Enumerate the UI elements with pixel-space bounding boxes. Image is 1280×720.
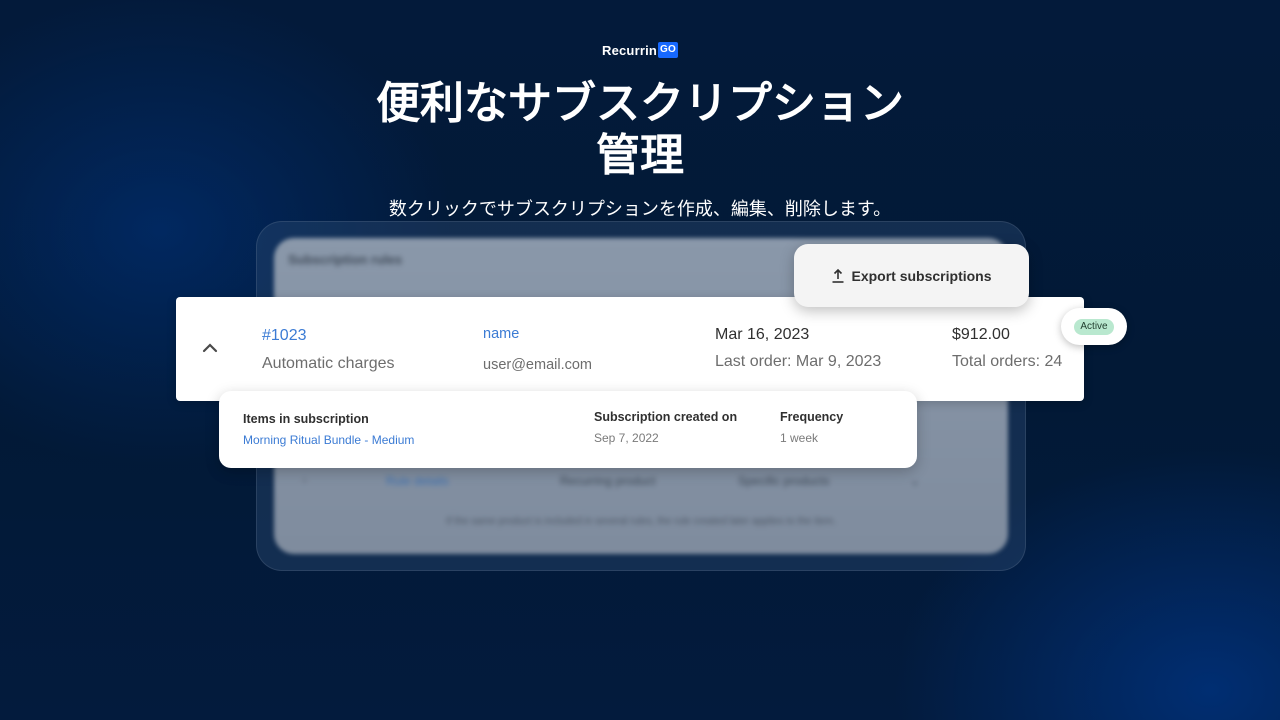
items-header: Items in subscription xyxy=(243,412,369,426)
customer-email: user@email.com xyxy=(483,357,592,373)
subscription-id-link[interactable]: #1023 xyxy=(262,326,307,346)
status-badge-container: Active xyxy=(1061,308,1127,345)
hero-title-line-1: 便利なサブスクリプション xyxy=(376,78,904,129)
export-subscriptions-label: Export subscriptions xyxy=(851,267,992,284)
rule-row-col2: Recurring product xyxy=(560,474,656,488)
created-header: Subscription created on xyxy=(594,410,738,424)
export-subscriptions-button[interactable]: Export subscriptions xyxy=(794,244,1029,307)
subscription-row[interactable]: #1023 Automatic charges name user@email.… xyxy=(176,297,1084,401)
brand-name-prefix: Recurrin xyxy=(601,42,658,58)
customer-name-link[interactable]: name xyxy=(483,324,519,344)
next-charge-date: Mar 16, 2023 xyxy=(715,326,810,343)
brand-name-suffix: GO xyxy=(658,42,679,58)
brand-logo: Recurrin GO xyxy=(0,42,1280,58)
subscription-details-card: Items in subscription Morning Ritual Bun… xyxy=(219,391,917,468)
rule-row-chevron-icon: ⌄ xyxy=(910,474,921,488)
rule-row-col3: Specific products xyxy=(738,474,830,488)
item-link[interactable]: Morning Ritual Bundle - Medium xyxy=(243,432,414,448)
panel-note: If the same product is included in sever… xyxy=(446,516,836,527)
chevron-up-icon[interactable] xyxy=(202,341,218,353)
frequency-header: Frequency xyxy=(780,410,844,424)
subscription-type: Automatic charges xyxy=(262,355,395,372)
upload-icon xyxy=(831,268,845,284)
rule-row-icon: ◔ xyxy=(300,474,308,488)
panel-title: Subscription rules xyxy=(288,252,403,267)
created-value: Sep 7, 2022 xyxy=(594,431,659,445)
subscription-amount: $912.00 xyxy=(952,326,1010,343)
panel-rule-row: ◔ Rule details Recurring product Specifi… xyxy=(274,466,1008,496)
hero-title: 便利なサブスクリプション 管理 xyxy=(0,78,1280,182)
frequency-value: 1 week xyxy=(780,431,819,445)
total-orders: Total orders: 24 xyxy=(952,353,1063,370)
status-badge: Active xyxy=(1074,318,1114,335)
last-order-date: Last order: Mar 9, 2023 xyxy=(715,353,882,370)
hero-title-line-2: 管理 xyxy=(596,130,684,181)
hero-subtitle: 数クリックでサブスクリプションを作成、編集、削除します。 xyxy=(388,199,892,220)
rule-row-link: Rule details xyxy=(386,474,449,488)
